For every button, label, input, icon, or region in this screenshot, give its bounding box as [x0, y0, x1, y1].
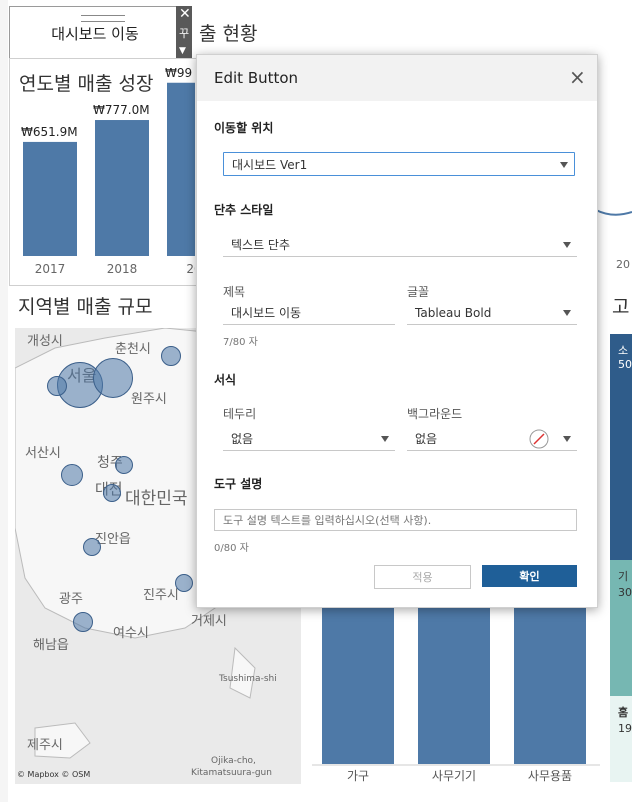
style-label: 단추 스타일	[214, 203, 274, 217]
line-fragment	[596, 209, 632, 216]
title-input[interactable]: 대시보드 이동	[223, 301, 395, 325]
city-label: Ojika-cho,	[211, 756, 256, 766]
segment-value: 30	[618, 586, 632, 599]
city-label: 원주시	[131, 392, 167, 407]
x-tick-label: 사무기기	[432, 769, 476, 783]
sales-growth-chart: ₩651.9M 2017 ₩777.0M 2018 ₩99 20	[21, 66, 195, 276]
x-tick-label: 2018	[107, 262, 138, 276]
target-value: 대시보드 Ver1	[232, 157, 308, 172]
segment-label: 기	[618, 570, 629, 583]
drag-handle[interactable]	[81, 15, 125, 22]
dashboard-nav-label: 대시보드 이동	[51, 24, 139, 43]
data-label: ₩777.0M	[93, 103, 150, 117]
chevron-down-icon	[560, 162, 568, 168]
border-label: 테두리	[223, 407, 257, 421]
border-select[interactable]: 없음	[223, 427, 395, 451]
object-controls: ✕ 꾸 ▼	[176, 6, 192, 64]
city-label: 해남읍	[33, 638, 69, 653]
font-select[interactable]: Tableau Bold	[407, 301, 577, 325]
chevron-down-icon	[563, 436, 571, 442]
city-label: 개성시	[27, 334, 63, 349]
tooltip-label: 도구 설명	[214, 477, 263, 491]
segment-label: 홈	[618, 706, 629, 719]
sales-bubble[interactable]	[47, 376, 67, 396]
title-char-count: 7/80 자	[223, 337, 258, 348]
tooltip-input[interactable]	[214, 509, 577, 531]
sales-bubble[interactable]	[175, 574, 193, 592]
dialog-header: Edit Button ×	[197, 55, 597, 101]
border-value: 없음	[231, 432, 254, 446]
dialog-title: Edit Button	[214, 69, 299, 87]
background-label: 백그라운드	[407, 407, 463, 421]
background-value: 없음	[415, 432, 438, 446]
city-label: 대한민국	[125, 489, 188, 509]
data-label: ₩99	[165, 66, 192, 80]
tooltip-char-count: 0/80 자	[214, 543, 249, 554]
sales-bubble[interactable]	[93, 358, 133, 398]
sales-bubble[interactable]	[161, 346, 181, 366]
pin-icon[interactable]: 꾸	[179, 25, 189, 41]
chevron-down-icon	[563, 242, 571, 248]
city-label: 서산시	[25, 446, 61, 461]
sales-bubble[interactable]	[83, 538, 101, 556]
chevron-down-icon	[563, 310, 571, 316]
sales-bubble[interactable]	[73, 612, 93, 632]
target-select[interactable]: 대시보드 Ver1	[223, 152, 575, 176]
no-color-swatch-icon[interactable]	[529, 429, 549, 449]
map-attribution[interactable]: © Mapbox © OSM	[17, 770, 90, 779]
category-chart: 가구 사무기기 사무용품	[312, 596, 600, 783]
chevron-down-icon	[381, 436, 389, 442]
data-label: ₩651.9M	[21, 125, 78, 139]
style-select[interactable]: 텍스트 단추	[223, 233, 577, 257]
close-icon[interactable]: ×	[569, 65, 586, 89]
title-label: 제목	[223, 285, 246, 299]
x-tick-label: 사무용품	[528, 769, 572, 783]
x-tick-label: 2017	[35, 262, 66, 276]
dashboard-nav-button[interactable]: 대시보드 이동	[9, 6, 181, 60]
city-label: 거제시	[191, 614, 227, 629]
close-icon[interactable]: ✕	[179, 6, 191, 22]
chevron-down-icon[interactable]: ▼	[179, 46, 186, 56]
segment-label: 소	[618, 344, 629, 357]
bar	[514, 596, 586, 764]
apply-button[interactable]: 적용	[374, 565, 471, 589]
city-label: 여수시	[113, 626, 149, 641]
bar	[322, 596, 394, 764]
sales-bubble[interactable]	[61, 464, 83, 486]
edit-button-dialog: Edit Button × 이동할 위치 대시보드 Ver1 단추 스타일 텍스…	[196, 54, 598, 608]
x-tick-label: 가구	[347, 769, 369, 783]
font-value: Tableau Bold	[415, 305, 492, 320]
bar	[167, 82, 195, 256]
city-label: 진주시	[143, 588, 179, 603]
left-strip	[0, 0, 8, 802]
bar	[23, 141, 77, 256]
city-label: Kitamatsuura-gun	[191, 768, 272, 778]
font-label: 글꼴	[407, 285, 430, 299]
segment-value: 19	[618, 722, 632, 735]
background-select[interactable]: 없음	[407, 427, 577, 451]
city-label: Tsushima-shi	[219, 674, 277, 684]
sales-bubble[interactable]	[115, 456, 133, 474]
city-label: 광주	[59, 592, 83, 607]
bar	[95, 120, 149, 257]
target-label: 이동할 위치	[214, 121, 274, 135]
format-label: 서식	[214, 373, 237, 387]
ok-button[interactable]: 확인	[482, 565, 577, 587]
sales-bubble[interactable]	[103, 484, 121, 502]
city-label: 제주시	[27, 738, 63, 753]
title-value: 대시보드 이동	[231, 306, 302, 320]
axis-tick: 20	[616, 258, 630, 271]
city-label: 춘천시	[115, 342, 151, 357]
right-panel-title: 고	[612, 296, 630, 318]
segment-value: 50	[618, 358, 632, 371]
x-tick-label: 20	[186, 262, 195, 276]
style-value: 텍스트 단추	[231, 238, 291, 252]
region-map-title: 지역별 매출 규모	[18, 296, 153, 318]
page-title: 출 현황	[199, 23, 258, 45]
bar	[418, 596, 490, 764]
